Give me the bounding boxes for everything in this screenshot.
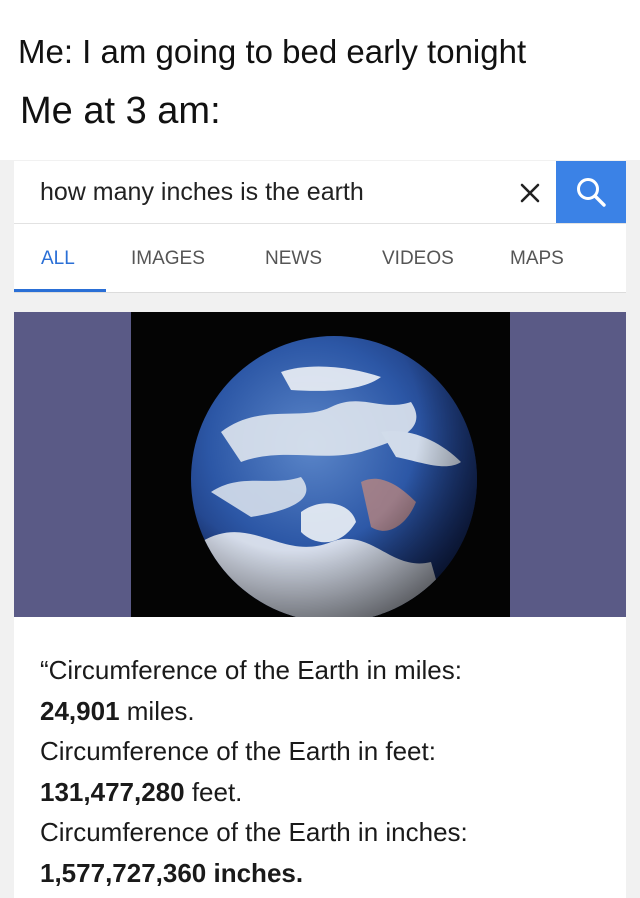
answer-text: “Circumference of the Earth in miles: 24… bbox=[40, 650, 610, 893]
search-bar: how many inches is the earth bbox=[14, 161, 626, 224]
earth-globe bbox=[191, 336, 477, 617]
caption-line-2: Me at 3 am: bbox=[20, 90, 221, 132]
answer-line: Circumference of the Earth in feet: bbox=[40, 736, 436, 766]
answer-line: 24,901 miles. bbox=[40, 691, 610, 732]
tab-videos[interactable]: VIDEOS bbox=[382, 224, 454, 292]
caption-line-1: Me: I am going to bed early tonight bbox=[18, 33, 527, 70]
answer-value: 131,477,280 bbox=[40, 776, 185, 807]
answer-value: 24,901 bbox=[40, 695, 120, 726]
search-button[interactable] bbox=[556, 161, 626, 223]
answer-line: Circumference of the Earth in inches: bbox=[40, 817, 468, 847]
search-icon bbox=[577, 178, 606, 207]
answer-unit: miles. bbox=[119, 695, 195, 726]
tab-images[interactable]: IMAGES bbox=[131, 224, 205, 292]
active-tab-indicator bbox=[14, 289, 106, 292]
clear-search-button[interactable] bbox=[510, 173, 550, 213]
result-image-panel[interactable] bbox=[14, 312, 626, 617]
tab-news[interactable]: NEWS bbox=[265, 224, 322, 292]
answer-unit: feet. bbox=[184, 776, 243, 807]
tab-all[interactable]: ALL bbox=[41, 224, 75, 292]
meme-caption: Me: I am going to bed early tonight Me a… bbox=[0, 0, 640, 160]
close-icon bbox=[520, 183, 540, 203]
earth-image bbox=[131, 312, 510, 617]
answer-line: “Circumference of the Earth in miles: bbox=[40, 655, 462, 685]
answer-value: 1,577,727,360 inches. bbox=[40, 857, 304, 888]
search-tabs: ALL IMAGES NEWS VIDEOS MAPS bbox=[14, 224, 626, 293]
search-input[interactable]: how many inches is the earth bbox=[40, 176, 364, 208]
result-card: “Circumference of the Earth in miles: 24… bbox=[14, 312, 626, 898]
answer-line: 131,477,280 feet. bbox=[40, 772, 610, 813]
answer-line: 1,577,727,360 inches. bbox=[40, 853, 610, 894]
tab-maps[interactable]: MAPS bbox=[510, 224, 564, 292]
